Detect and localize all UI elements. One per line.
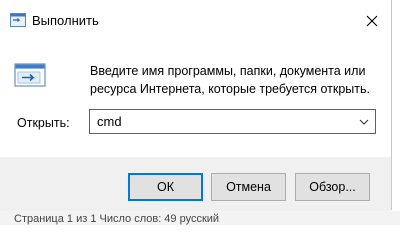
status-bar-text: Страница 1 из 1 Число слов: 49 русский — [14, 213, 220, 225]
browse-button[interactable]: Обзор... — [295, 173, 370, 201]
title-bar: Выполнить — [0, 0, 391, 34]
command-input[interactable]: cmd — [97, 114, 122, 129]
close-button[interactable] — [357, 8, 387, 34]
command-combobox[interactable]: cmd — [89, 109, 376, 134]
cancel-button[interactable]: Отмена — [211, 173, 286, 201]
background-status-bar: Страница 1 из 1 Число слов: 49 русский — [0, 211, 400, 225]
open-label: Открыть: — [17, 116, 70, 130]
chevron-down-icon[interactable] — [359, 117, 369, 127]
window-title: Выполнить — [32, 13, 99, 28]
run-dialog-icon — [10, 13, 26, 27]
ok-button[interactable]: ОК — [128, 173, 203, 201]
run-dialog: Выполнить Введите имя программы, папки, … — [0, 0, 392, 211]
run-dialog-large-icon — [14, 63, 46, 87]
close-icon — [366, 15, 378, 27]
dialog-description: Введите имя программы, папки, документа … — [90, 64, 370, 96]
